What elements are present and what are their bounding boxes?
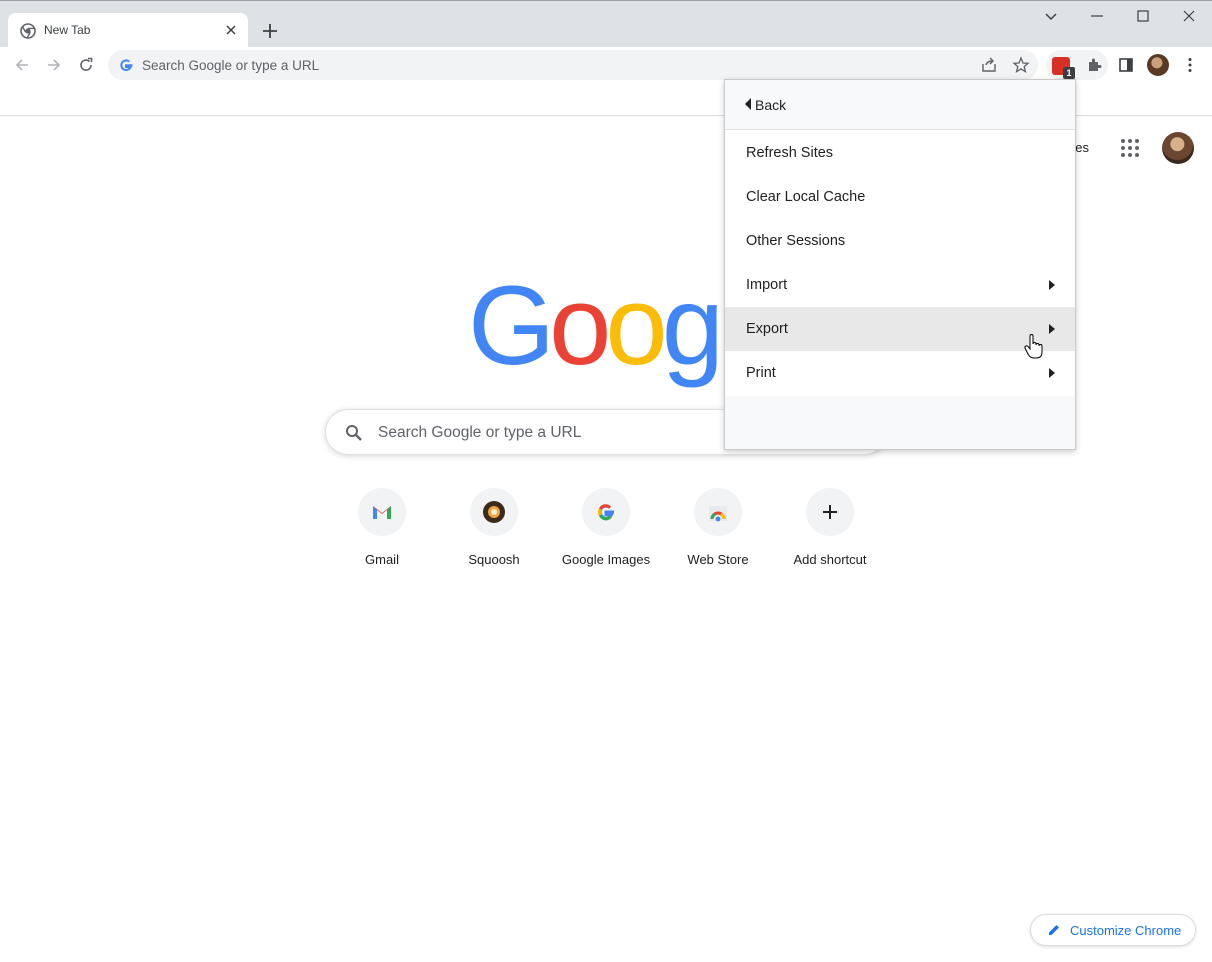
menu-item-import[interactable]: Import: [725, 263, 1075, 307]
google-g-icon: [120, 59, 133, 71]
customize-chrome-button[interactable]: Customize Chrome: [1030, 914, 1196, 946]
tab-new-tab[interactable]: New Tab: [8, 13, 248, 48]
shortcut-icon-circle: [358, 488, 406, 536]
menu-item-label: Print: [746, 365, 776, 381]
back-label: Back: [755, 97, 787, 113]
back-button[interactable]: Back: [725, 80, 1075, 130]
extensions-puzzle-icon[interactable]: [1085, 56, 1103, 74]
gmail-icon: [373, 506, 391, 519]
tab-title: New Tab: [44, 23, 91, 37]
shortcut-label: Web Store: [687, 552, 749, 567]
shortcut-add[interactable]: Add shortcut: [774, 488, 886, 578]
menu-item-label: Export: [746, 321, 788, 337]
close-tab-icon[interactable]: [222, 21, 240, 39]
popup-footer: [725, 396, 1075, 449]
menu-item-label: Clear Local Cache: [746, 189, 866, 205]
reload-icon[interactable]: [76, 55, 96, 75]
shortcut-label: Google Images: [561, 552, 651, 567]
logo-letter: g: [661, 263, 724, 388]
maximize-icon[interactable]: [1132, 5, 1154, 27]
menu-item-print[interactable]: Print: [725, 351, 1075, 395]
omnibox-placeholder: Search Google or type a URL: [142, 58, 320, 73]
menu-item-refresh-sites[interactable]: Refresh Sites: [725, 131, 1075, 175]
shortcut-web-store[interactable]: Web Store: [662, 488, 774, 578]
menu-item-label: Refresh Sites: [746, 145, 834, 161]
tab-search-icon[interactable]: [1040, 5, 1062, 27]
omnibox[interactable]: Search Google or type a URL: [108, 50, 1038, 80]
menu-item-clear-local-cache[interactable]: Clear Local Cache: [725, 175, 1075, 219]
forward-arrow-icon[interactable]: [44, 55, 64, 75]
triangle-left-icon: [745, 98, 751, 110]
chrome-icon: [20, 23, 36, 39]
shortcut-gmail[interactable]: Gmail: [326, 488, 438, 578]
minimize-icon[interactable]: [1086, 5, 1108, 27]
menu-item-label: Import: [746, 277, 788, 293]
submenu-arrow-icon: [1049, 368, 1055, 378]
shortcut-squoosh[interactable]: Squoosh: [438, 488, 550, 578]
extension-popup-menu: Back Refresh Sites Clear Local Cache Oth…: [724, 79, 1076, 450]
side-panel-icon[interactable]: [1117, 56, 1135, 74]
menu-item-other-sessions[interactable]: Other Sessions: [725, 219, 1075, 263]
logo-letter: G: [468, 263, 555, 388]
shortcut-label: Squoosh: [468, 552, 520, 567]
more-menu-icon[interactable]: [1181, 56, 1199, 74]
submenu-arrow-icon: [1049, 280, 1055, 290]
google-g-icon: [598, 504, 614, 521]
back-arrow-icon[interactable]: [12, 55, 32, 75]
shortcut-google-images[interactable]: Google Images: [550, 488, 662, 578]
toolbar: Search Google or type a URL: [0, 47, 1212, 83]
shortcut-icon-circle: [582, 488, 630, 536]
share-icon[interactable]: [980, 56, 998, 74]
shortcut-icon-circle: [470, 488, 518, 536]
submenu-arrow-icon: [1049, 324, 1055, 334]
shortcut-icon-circle: [806, 488, 854, 536]
plus-icon: [823, 505, 837, 519]
logo-letter: o: [605, 263, 667, 388]
shortcut-label: Gmail: [365, 552, 399, 567]
new-tab-icon[interactable]: [260, 21, 280, 41]
logo-letter: o: [549, 263, 611, 388]
customize-chrome-label: Customize Chrome: [1070, 923, 1182, 938]
close-window-icon[interactable]: [1178, 5, 1200, 27]
ntp-search-placeholder: Search Google or type a URL: [378, 424, 582, 441]
hand-cursor-icon: [1024, 334, 1043, 359]
tab-strip: New Tab: [0, 0, 1212, 48]
menu-item-label: Other Sessions: [746, 233, 846, 249]
search-icon: [346, 425, 362, 441]
extension-badge: 1: [1063, 67, 1075, 79]
menu-item-export[interactable]: Export: [725, 307, 1075, 351]
bookmark-star-icon[interactable]: [1012, 56, 1030, 74]
shortcut-label: Add shortcut: [793, 552, 867, 567]
squoosh-icon: [483, 501, 505, 523]
apps-grid-icon[interactable]: [1119, 137, 1141, 159]
web-store-icon: [709, 506, 727, 522]
profile-avatar[interactable]: [1147, 54, 1169, 76]
account-avatar[interactable]: [1162, 132, 1194, 164]
shortcut-icon-circle: [694, 488, 742, 536]
pencil-icon: [1049, 925, 1059, 935]
